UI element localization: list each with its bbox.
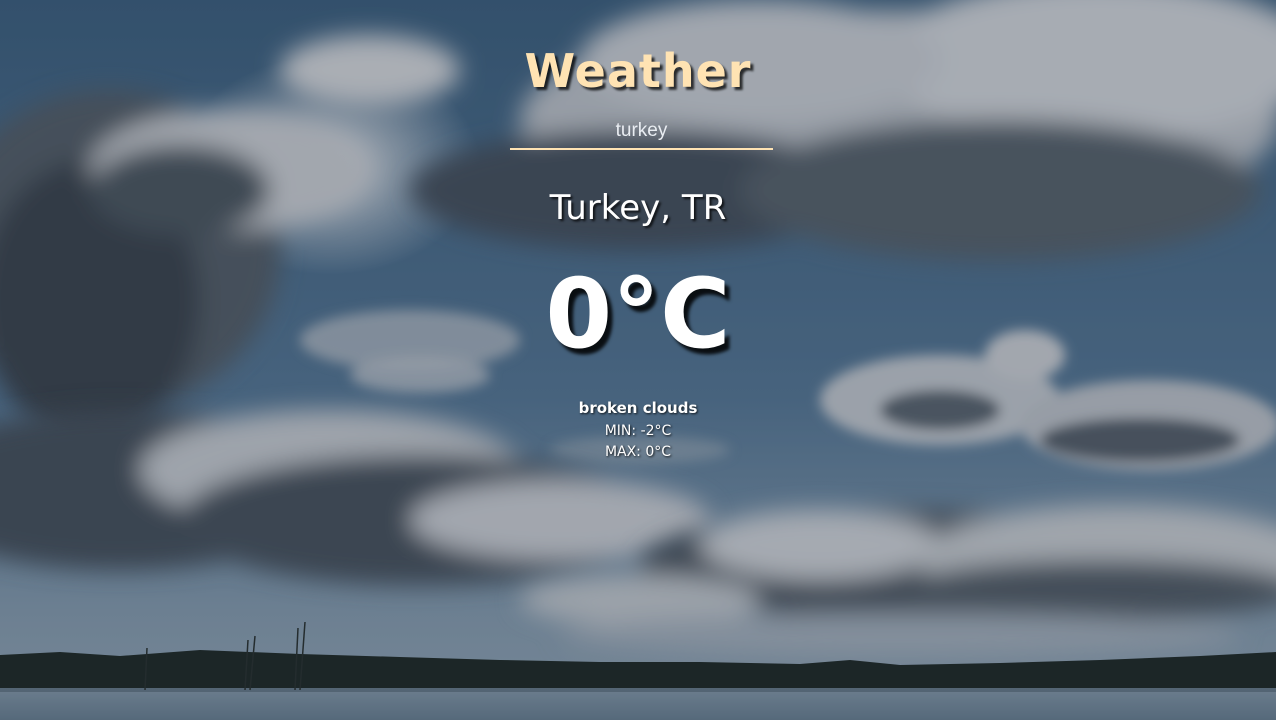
search-input[interactable] [510,114,773,150]
min-temperature: MIN: -2°C [0,423,1276,439]
current-temperature: 0°C [545,258,731,370]
max-temperature: MAX: 0°C [0,444,1276,460]
weather-app: Weather Turkey, TR 0°C broken clouds MIN… [0,0,1276,720]
app-title: Weather [524,44,752,98]
max-label: MAX: [604,444,641,460]
weather-description: broken clouds [578,399,698,417]
max-value: 0°C [645,444,672,460]
min-value: -2°C [640,423,672,439]
location-name: Turkey, TR [549,188,727,228]
min-label: MIN: [604,423,637,439]
search-box [510,114,773,154]
